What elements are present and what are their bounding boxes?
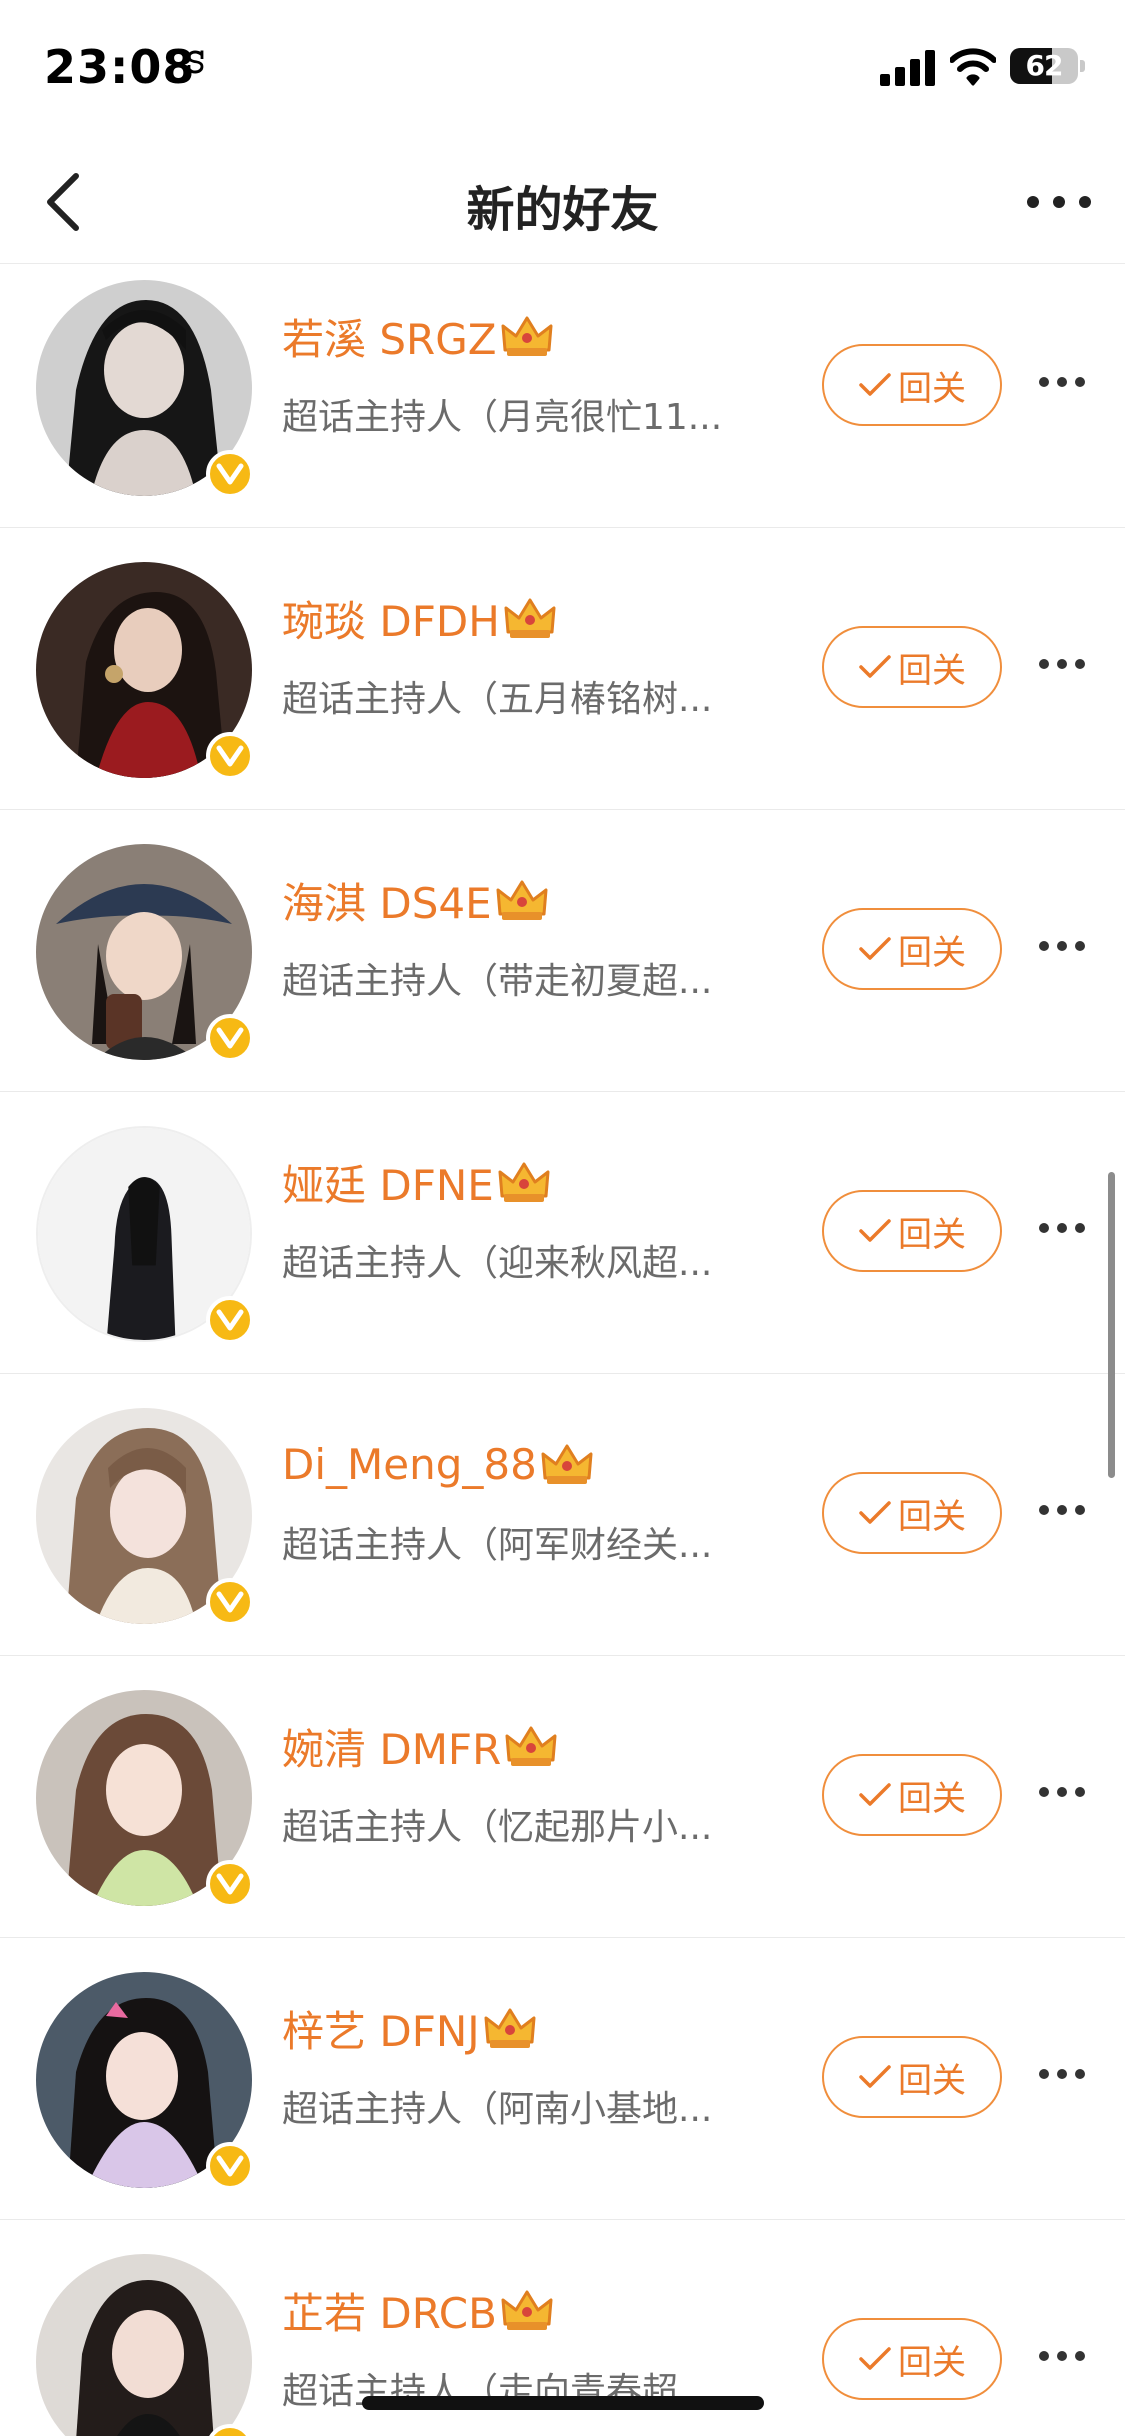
more-dots-icon[interactable] bbox=[1034, 644, 1090, 684]
more-dots-icon[interactable] bbox=[1019, 166, 1099, 238]
follow-back-label: 回关 bbox=[898, 1214, 966, 1255]
user-name[interactable]: 若溪 SRGZ bbox=[282, 306, 497, 367]
status-time: 23:08 bbox=[44, 40, 196, 94]
status-bar: 23:08 ꕶ 62 bbox=[0, 0, 1125, 140]
user-name-line: 琬琰 DFDH bbox=[282, 588, 558, 648]
verified-v-icon bbox=[206, 1860, 254, 1908]
follow-back-button[interactable]: 回关 bbox=[822, 344, 1002, 426]
verified-v-icon bbox=[206, 732, 254, 780]
check-icon bbox=[859, 2347, 891, 2370]
crown-icon bbox=[505, 1726, 557, 1766]
more-dots-icon[interactable] bbox=[1034, 2336, 1090, 2376]
crown-icon bbox=[501, 2290, 553, 2330]
more-dots-icon[interactable] bbox=[1034, 1772, 1090, 1812]
check-icon bbox=[859, 655, 891, 678]
scrollbar[interactable] bbox=[1108, 1172, 1115, 1478]
follow-back-label: 回关 bbox=[898, 932, 966, 973]
crown-icon bbox=[496, 880, 548, 920]
follow-back-button[interactable]: 回关 bbox=[822, 626, 1002, 708]
crown-icon bbox=[498, 1162, 550, 1202]
verified-v-icon bbox=[206, 1296, 254, 1344]
user-name-line: 若溪 SRGZ bbox=[282, 306, 555, 366]
more-dots-icon[interactable] bbox=[1034, 926, 1090, 966]
user-description: 超话主持人（忆起那片小... bbox=[282, 1807, 713, 1848]
follow-back-label: 回关 bbox=[898, 2342, 966, 2383]
follow-back-button[interactable]: 回关 bbox=[822, 1472, 1002, 1554]
verified-v-icon bbox=[206, 450, 254, 498]
more-dots-icon[interactable] bbox=[1034, 1208, 1090, 1248]
user-description: 超话主持人（月亮很忙11... bbox=[282, 397, 723, 438]
check-icon bbox=[859, 1219, 891, 1242]
user-name-line: 婉清 DMFR bbox=[282, 1716, 559, 1776]
crown-icon bbox=[504, 598, 556, 638]
follow-back-label: 回关 bbox=[898, 1778, 966, 1819]
user-description: 超话主持人（阿军财经关... bbox=[282, 1525, 713, 1566]
check-icon bbox=[859, 1501, 891, 1524]
list-item[interactable]: 若溪 SRGZ 超话主持人（月亮很忙11... 回关 bbox=[0, 264, 1125, 528]
more-dots-icon[interactable] bbox=[1034, 1490, 1090, 1530]
check-icon bbox=[859, 1783, 891, 1806]
follow-back-label: 回关 bbox=[898, 2060, 966, 2101]
list-item[interactable]: 琬琰 DFDH 超话主持人（五月椿铭树... 回关 bbox=[0, 528, 1125, 810]
wifi-icon bbox=[950, 48, 996, 86]
user-name-line: Di_Meng_88 bbox=[282, 1434, 595, 1494]
more-dots-icon[interactable] bbox=[1034, 2054, 1090, 2094]
follow-back-button[interactable]: 回关 bbox=[822, 2036, 1002, 2118]
crown-icon bbox=[541, 1444, 593, 1484]
follow-back-label: 回关 bbox=[898, 650, 966, 691]
user-description: 超话主持人（带走初夏超... bbox=[282, 961, 713, 1002]
list-item[interactable]: Di_Meng_88 超话主持人（阿军财经关... 回关 bbox=[0, 1374, 1125, 1656]
verified-v-icon bbox=[206, 1578, 254, 1626]
user-name[interactable]: 芷若 DRCB bbox=[282, 2280, 497, 2341]
user-description: 超话主持人（五月椿铭树... bbox=[282, 679, 713, 720]
battery-tip bbox=[1080, 60, 1085, 72]
list-item[interactable]: 娅廷 DFNE 超话主持人（迎来秋风超... 回关 bbox=[0, 1092, 1125, 1374]
list-item[interactable]: 梓艺 DFNJ 超话主持人（阿南小基地... 回关 bbox=[0, 1938, 1125, 2220]
user-name-line: 娅廷 DFNE bbox=[282, 1152, 552, 1212]
user-name[interactable]: 娅廷 DFNE bbox=[282, 1152, 494, 1213]
user-name-line: 梓艺 DFNJ bbox=[282, 1998, 538, 2058]
user-name[interactable]: 琬琰 DFDH bbox=[282, 588, 500, 649]
crown-icon bbox=[484, 2008, 536, 2048]
status-glyph-icon: ꕶ bbox=[186, 46, 205, 81]
user-description: 超话主持人（阿南小基地... bbox=[282, 2089, 713, 2130]
user-name-line: 芷若 DRCB bbox=[282, 2280, 555, 2340]
friend-list[interactable]: 若溪 SRGZ 超话主持人（月亮很忙11... 回关 琬琰 DFDH 超话主持人… bbox=[0, 264, 1125, 2436]
verified-v-icon bbox=[206, 1014, 254, 1062]
user-name[interactable]: 海淇 DS4E bbox=[282, 870, 492, 931]
follow-back-label: 回关 bbox=[898, 1496, 966, 1537]
list-item[interactable]: 婉清 DMFR 超话主持人（忆起那片小... 回关 bbox=[0, 1656, 1125, 1938]
user-name-line: 海淇 DS4E bbox=[282, 870, 550, 930]
user-name[interactable]: 婉清 DMFR bbox=[282, 1716, 501, 1777]
user-name[interactable]: 梓艺 DFNJ bbox=[282, 1998, 480, 2059]
home-indicator[interactable] bbox=[362, 2396, 764, 2410]
battery-icon: 62 bbox=[1010, 48, 1078, 84]
check-icon bbox=[859, 2065, 891, 2088]
follow-back-button[interactable]: 回关 bbox=[822, 908, 1002, 990]
user-description: 超话主持人（迎来秋风超... bbox=[282, 1243, 713, 1284]
crown-icon bbox=[501, 316, 553, 356]
list-item[interactable]: 海淇 DS4E 超话主持人（带走初夏超... 回关 bbox=[0, 810, 1125, 1092]
cellular-signal-icon bbox=[880, 50, 936, 86]
page-title: 新的好友 bbox=[466, 182, 659, 238]
follow-back-button[interactable]: 回关 bbox=[822, 1754, 1002, 1836]
follow-back-label: 回关 bbox=[898, 368, 966, 409]
follow-back-button[interactable]: 回关 bbox=[822, 2318, 1002, 2400]
more-dots-icon[interactable] bbox=[1034, 362, 1090, 402]
check-icon bbox=[859, 937, 891, 960]
avatar[interactable] bbox=[36, 2254, 252, 2436]
user-name[interactable]: Di_Meng_88 bbox=[282, 1440, 537, 1489]
check-icon bbox=[859, 373, 891, 396]
navigation-bar: 新的好友 bbox=[0, 140, 1125, 264]
battery-level: 62 bbox=[1025, 49, 1064, 82]
verified-v-icon bbox=[206, 2142, 254, 2190]
follow-back-button[interactable]: 回关 bbox=[822, 1190, 1002, 1272]
